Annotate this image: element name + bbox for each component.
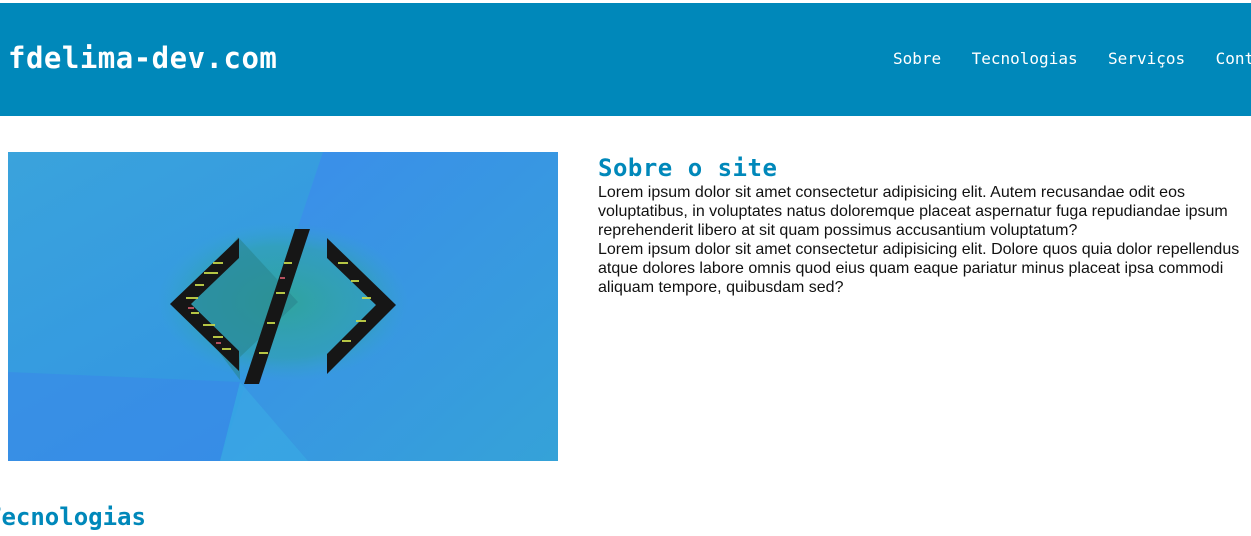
- about-title: Sobre o site: [598, 154, 778, 182]
- technologies-title: Tecnologias: [0, 503, 146, 531]
- nav-link-servicos[interactable]: Serviços: [1108, 49, 1185, 68]
- nav-link-sobre[interactable]: Sobre: [893, 49, 941, 68]
- hero-code-image: [8, 152, 558, 461]
- about-section: Sobre o site Lorem ipsum dolor sit amet …: [598, 153, 1248, 297]
- main-nav: Sobre Tecnologias Serviços Contato: [893, 49, 1251, 69]
- site-header: fdelima-dev.com Sobre Tecnologias Serviç…: [0, 3, 1251, 116]
- site-logo[interactable]: fdelima-dev.com: [8, 41, 277, 75]
- nav-link-contato[interactable]: Contato: [1216, 49, 1251, 68]
- nav-link-tecnologias[interactable]: Tecnologias: [972, 49, 1078, 68]
- about-paragraph-1: Lorem ipsum dolor sit amet consectetur a…: [598, 184, 1228, 239]
- about-paragraph-2: Lorem ipsum dolor sit amet consectetur a…: [598, 241, 1240, 296]
